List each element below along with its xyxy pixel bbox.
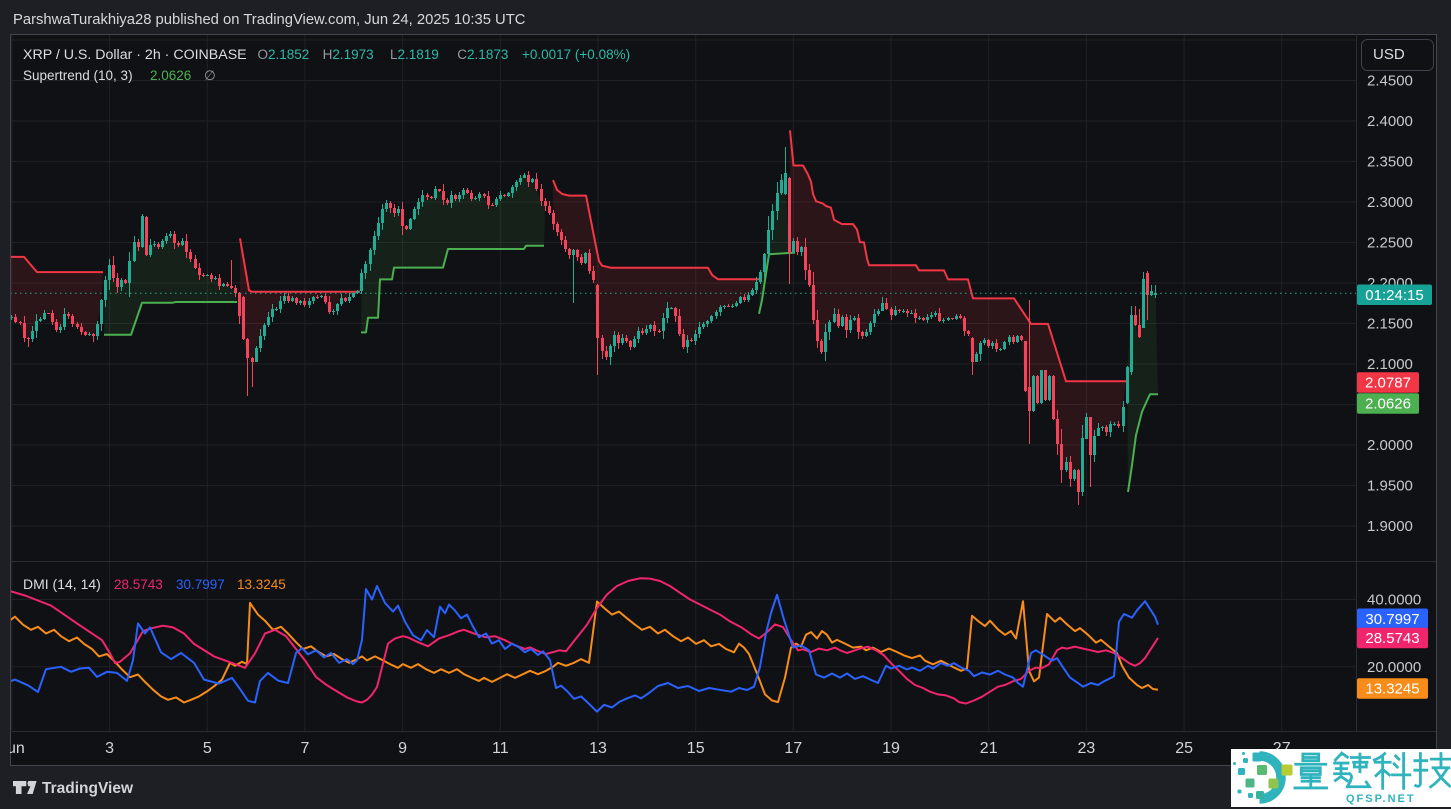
svg-text:19: 19 (882, 740, 900, 757)
svg-text:1.9000: 1.9000 (1367, 518, 1413, 535)
svg-text:21: 21 (980, 740, 998, 757)
svg-text:2.3000: 2.3000 (1367, 194, 1413, 211)
svg-text:17: 17 (784, 740, 802, 757)
svg-text:TradingView: TradingView (42, 780, 134, 797)
svg-text:ParshwaTurakhiya28 published o: ParshwaTurakhiya28 published on TradingV… (13, 12, 526, 28)
svg-text:2.1000: 2.1000 (1367, 356, 1413, 373)
svg-text:2.0626: 2.0626 (1365, 395, 1411, 412)
svg-text:L2.1819: L2.1819 (390, 47, 439, 62)
svg-text:O2.1852: O2.1852 (258, 47, 310, 62)
svg-text:20.0000: 20.0000 (1367, 659, 1421, 676)
svg-text:30.7997: 30.7997 (1365, 611, 1419, 628)
svg-text:15: 15 (687, 740, 705, 757)
svg-text:2.0000: 2.0000 (1367, 437, 1413, 454)
svg-text:13.3245: 13.3245 (237, 577, 286, 592)
svg-text:3: 3 (105, 740, 114, 757)
svg-text:7: 7 (300, 740, 309, 757)
svg-text:28.5743: 28.5743 (1365, 630, 1419, 647)
svg-text:2.3500: 2.3500 (1367, 154, 1413, 171)
svg-text:01:24:15: 01:24:15 (1365, 287, 1423, 304)
svg-text:DMI (14, 14): DMI (14, 14) (23, 576, 101, 592)
svg-text:11: 11 (492, 740, 509, 757)
svg-text:40.0000: 40.0000 (1367, 592, 1421, 609)
svg-text:QFSP.NET: QFSP.NET (1346, 793, 1416, 805)
svg-text:Supertrend (10, 3): Supertrend (10, 3) (23, 68, 133, 83)
svg-text:23: 23 (1078, 740, 1096, 757)
svg-text:30.7997: 30.7997 (176, 577, 225, 592)
svg-text:+0.0017 (+0.08%): +0.0017 (+0.08%) (522, 47, 630, 62)
svg-text:2.2500: 2.2500 (1367, 235, 1413, 252)
svg-text:28.5743: 28.5743 (114, 577, 163, 592)
svg-text:13.3245: 13.3245 (1365, 681, 1419, 698)
svg-text:2.4000: 2.4000 (1367, 113, 1413, 130)
svg-text:2.0787: 2.0787 (1365, 375, 1411, 392)
svg-text:9: 9 (398, 740, 407, 757)
svg-text:C2.1873: C2.1873 (457, 47, 508, 62)
svg-text:USD: USD (1373, 46, 1405, 63)
svg-text:XRP / U.S. Dollar · 2h · COINB: XRP / U.S. Dollar · 2h · COINBASE (23, 47, 247, 63)
svg-text:5: 5 (203, 740, 212, 757)
svg-text:∅: ∅ (204, 68, 216, 83)
svg-text:13: 13 (589, 740, 607, 757)
svg-text:25: 25 (1175, 740, 1193, 757)
svg-text:2.0626: 2.0626 (150, 68, 191, 83)
svg-text:2.4500: 2.4500 (1367, 73, 1413, 90)
svg-text:H2.1973: H2.1973 (323, 47, 374, 62)
svg-text:1.9500: 1.9500 (1367, 478, 1413, 495)
svg-text:2.1500: 2.1500 (1367, 316, 1413, 333)
